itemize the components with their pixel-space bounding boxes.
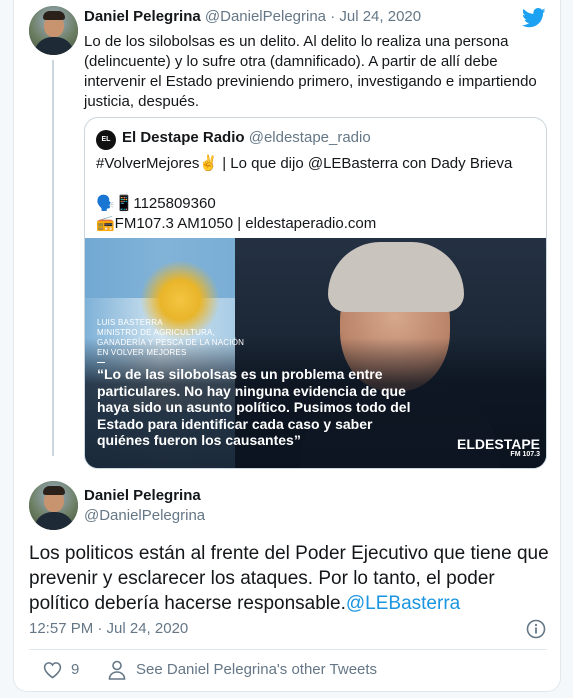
tweet-date[interactable]: Jul 24, 2020 — [339, 8, 421, 25]
speaker-caption: Luis Basterra Ministro de Agricultura, G… — [97, 318, 244, 358]
quoted-text-line: 📻FM107.3 AM1050 | eldestaperadio.com — [96, 215, 377, 232]
quote-line: “Lo de las silobolsas es un problema ent… — [97, 366, 383, 382]
quoted-text-line: #VolverMejores✌️ | Lo que dijo @LEBaster… — [96, 155, 513, 172]
reply-tweet-header: Daniel Pelegrina @DanielPelegrina · Jul … — [84, 8, 421, 25]
thread-connector-line — [52, 60, 54, 456]
caption-line: Ganadería y Pesca de la Nación — [97, 338, 245, 347]
quoted-tweet[interactable]: EL DESTAPE El Destape Radio @eldestape_r… — [84, 117, 547, 469]
caption-line: Ministro de Agricultura, — [97, 328, 215, 337]
tweet-timestamp[interactable]: 12:57 PM · Jul 24, 2020 — [29, 620, 188, 637]
author-handle[interactable]: @DanielPelegrina — [84, 507, 205, 524]
author-name[interactable]: Daniel Pelegrina — [84, 8, 201, 25]
avatar[interactable] — [29, 6, 78, 55]
quoted-text-blank-line — [96, 174, 536, 194]
speaker-hair — [328, 242, 464, 312]
author-name[interactable]: Daniel Pelegrina — [84, 487, 201, 504]
caption-line: en Volver Mejores — [97, 348, 187, 357]
tweet-text-line: prevenir y esclarecer los ataques. Por l… — [29, 568, 495, 589]
quoted-avatar[interactable]: EL DESTAPE — [96, 130, 129, 163]
person-icon — [108, 660, 126, 680]
quote-line: haya sido un asunto político. Pusimos to… — [97, 399, 411, 415]
brand-sub: FM 107.3 — [510, 451, 540, 458]
quote-line: Estado para identificar cada caso y sabe… — [97, 415, 373, 432]
heart-icon[interactable] — [43, 661, 62, 679]
embedded-tweet-card: Daniel Pelegrina @DanielPelegrina · Jul … — [13, 0, 561, 692]
avatar[interactable] — [29, 481, 78, 530]
quote-line: particulares. No hay ninguna evidencia d… — [97, 382, 406, 399]
main-tweet-text: Los politicos están al frente del Poder … — [29, 541, 554, 616]
quoted-author-handle[interactable]: @eldestape_radio — [249, 129, 371, 146]
mention-link[interactable]: @LEBasterra — [346, 593, 460, 614]
caption-divider — [97, 362, 105, 363]
reply-tweet-text: Lo de los silobolsas es un delito. Al de… — [84, 33, 537, 110]
caption-line: Luis Basterra — [97, 318, 163, 327]
image-quote: “Lo de las silobolsas es un problema ent… — [97, 366, 457, 449]
tweet-text-line: político debería hacerse responsable.@LE… — [29, 593, 461, 614]
tweet-text-line: Los politicos están al frente del Poder … — [29, 543, 549, 564]
see-other-tweets-link[interactable]: See Daniel Pelegrina's other Tweets — [136, 661, 377, 678]
quoted-text-line: 🗣️📱1125809360 — [96, 195, 216, 212]
divider — [29, 649, 547, 650]
brand-main: ELDESTAPE — [457, 436, 540, 452]
quoted-tweet-header: El Destape Radio @eldestape_radio — [122, 129, 371, 146]
author-handle[interactable]: @DanielPelegrina — [205, 8, 326, 25]
twitter-bird-icon[interactable] — [522, 8, 546, 28]
quoted-tweet-image[interactable]: Luis Basterra Ministro de Agricultura, G… — [85, 238, 546, 468]
eldestape-logo: ELDESTAPE FM 107.3 — [457, 436, 540, 459]
info-icon[interactable] — [526, 619, 546, 639]
separator-dot: · — [330, 8, 336, 25]
quoted-author-name[interactable]: El Destape Radio — [122, 129, 245, 146]
quoted-tweet-text: #VolverMejores✌️ | Lo que dijo @LEBaster… — [96, 154, 536, 234]
quote-line: quiénes fueron los causantes” — [97, 432, 301, 448]
like-count[interactable]: 9 — [71, 661, 79, 678]
